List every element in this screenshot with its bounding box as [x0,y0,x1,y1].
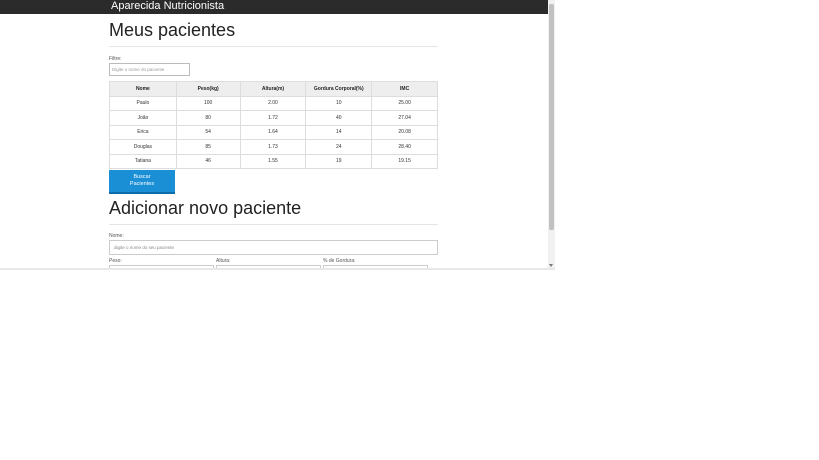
cell-nome: Paulo [109,95,177,111]
column-header-peso: Peso(kg) [175,81,241,97]
site-title: Aparecida Nutricionista [111,0,225,12]
cell-imc: 28.40 [371,139,438,155]
column-header-altura: Altura(m) [239,81,307,97]
cell-nome: João [109,110,177,126]
cell-peso: 85 [175,139,241,155]
peso-label: Peso: [109,258,122,264]
table-row: Erica 54 1.64 14 20.08 [109,124,438,140]
nome-input[interactable]: digite o nome do seu paciente [109,240,438,255]
table-row: Tatiana 46 1.55 19 19.15 [109,153,438,169]
site-header: Aparecida Nutricionista [0,0,548,14]
browser-viewport: Aparecida Nutricionista Meus pacientes F… [0,0,548,268]
altura-label: Altura: [216,258,231,264]
column-header-nome: Nome [109,81,177,97]
divider [109,46,438,47]
scroll-down-arrow-icon[interactable] [549,264,553,267]
cell-altura: 1.64 [239,124,307,140]
nome-label: Nome: [109,233,124,239]
filter-label: Filtre: [109,56,122,62]
cell-altura: 1.55 [239,153,307,169]
column-header-imc: IMC [371,81,438,97]
cell-gordura: 40 [305,110,373,126]
cell-altura: 1.72 [239,110,307,126]
cell-nome: Douglas [109,139,177,155]
cell-imc: 19.15 [371,153,438,169]
add-patient-title: Adicionar novo paciente [109,198,302,218]
cell-nome: Tatiana [109,153,177,169]
cell-gordura: 19 [305,153,373,169]
table-row: João 80 1.72 40 27.04 [109,110,438,126]
cell-imc: 27.04 [371,110,438,126]
cell-altura: 1.73 [239,139,307,155]
horizontal-scrollbar[interactable] [0,268,555,270]
gordura-label: % de Gordura: [323,258,356,264]
cell-gordura: 10 [305,95,373,111]
search-patients-button-label: Buscar Pacientes [129,174,155,187]
table-row: Douglas 85 1.73 24 28.40 [109,139,438,155]
scrollbar-thumb[interactable] [549,4,554,230]
cell-peso: 80 [175,110,241,126]
cell-gordura: 24 [305,139,373,155]
cell-peso: 54 [175,124,241,140]
page-title: Meus pacientes [109,20,236,40]
table-row: Paulo 100 2.00 10 25.00 [109,95,438,111]
patients-table: Nome Peso(kg) Altura(m) Gordura Corporal… [109,81,438,169]
cell-imc: 20.08 [371,124,438,140]
cell-peso: 46 [175,153,241,169]
search-patients-button[interactable]: Buscar Pacientes [109,170,175,194]
cell-peso: 100 [175,95,241,111]
divider [109,224,438,225]
filter-input[interactable]: Digite o nome do paciente [109,63,190,76]
cell-nome: Erica [109,124,177,140]
table-header-row: Nome Peso(kg) Altura(m) Gordura Corporal… [109,81,438,97]
cell-gordura: 14 [305,124,373,140]
cell-imc: 25.00 [371,95,438,111]
vertical-scrollbar[interactable] [548,0,555,268]
cell-altura: 2.00 [239,95,307,111]
column-header-gordura: Gordura Corporal(%) [305,81,373,97]
